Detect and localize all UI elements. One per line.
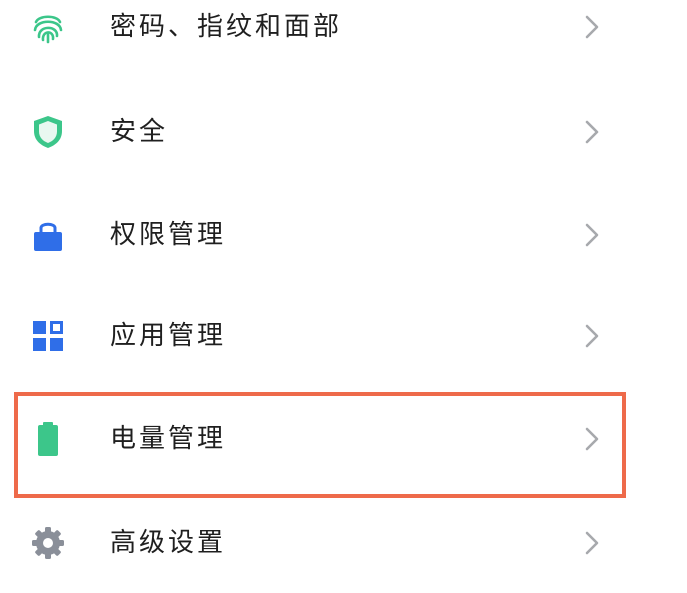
chevron-right-icon — [580, 116, 604, 148]
settings-item-security[interactable]: 安全 — [0, 82, 687, 182]
shield-icon — [30, 114, 66, 150]
settings-item-battery[interactable]: 电量管理 — [0, 389, 687, 489]
settings-item-permissions[interactable]: 权限管理 — [0, 185, 687, 285]
apps-grid-icon — [30, 318, 66, 354]
settings-item-label: 权限管理 — [110, 220, 227, 250]
settings-item-label: 安全 — [110, 117, 169, 147]
lock-icon — [30, 217, 66, 253]
settings-item-label: 应用管理 — [110, 321, 227, 351]
chevron-right-icon — [580, 527, 604, 559]
chevron-right-icon — [580, 219, 604, 251]
settings-item-app-management[interactable]: 应用管理 — [0, 286, 687, 386]
chevron-right-icon — [580, 423, 604, 455]
battery-icon — [30, 421, 66, 457]
settings-item-label: 密码、指纹和面部 — [110, 12, 343, 42]
fingerprint-icon — [30, 9, 66, 45]
chevron-right-icon — [580, 11, 604, 43]
gear-icon — [30, 525, 66, 561]
settings-item-label: 高级设置 — [110, 528, 227, 558]
chevron-right-icon — [580, 320, 604, 352]
settings-item-advanced[interactable]: 高级设置 — [0, 493, 687, 593]
settings-item-password-fingerprint-face[interactable]: 密码、指纹和面部 — [0, 0, 687, 77]
settings-list: 密码、指纹和面部 安全 权限管理 应用管理 电量管理 高级设置 — [0, 0, 687, 585]
settings-item-label: 电量管理 — [110, 424, 227, 454]
